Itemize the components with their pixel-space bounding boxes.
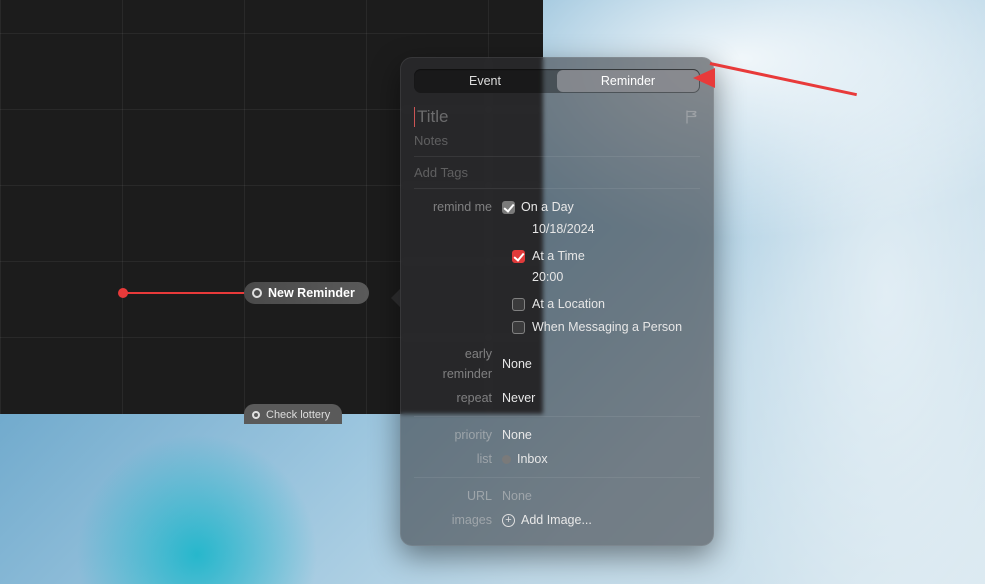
divider [414,416,700,417]
on-a-day-date[interactable]: 10/18/2024 [532,220,595,239]
divider [414,477,700,478]
reminder-item-partial[interactable]: Check lottery [244,404,342,424]
list-name: Inbox [517,449,548,469]
on-a-day-label: On a Day [521,197,574,217]
images-label: images [414,510,502,530]
at-a-time-checkbox[interactable] [512,250,525,263]
tab-event[interactable]: Event [414,69,556,93]
flag-icon[interactable] [684,109,700,125]
current-time-indicator-line [122,292,246,294]
divider [414,188,700,189]
priority-value[interactable]: None [502,425,700,445]
reminder-complete-circle-icon[interactable] [252,288,262,298]
list-color-dot-icon [502,455,511,464]
early-reminder-label: early reminder [414,344,502,384]
annotation-arrow-head [693,68,715,88]
title-input[interactable] [414,107,676,127]
when-messaging-label: When Messaging a Person [532,318,682,337]
url-label: URL [414,486,502,506]
on-a-day-checkbox[interactable] [502,201,515,214]
priority-label: priority [414,425,502,445]
plus-circle-icon: + [502,514,515,527]
notes-input[interactable] [414,131,700,150]
divider [414,156,700,157]
reminder-item-label: Check lottery [266,409,330,421]
list-value[interactable]: Inbox [502,449,700,469]
remind-me-label: remind me [414,197,502,217]
event-reminder-segmented-control[interactable]: Event Reminder [414,69,700,93]
current-time-indicator-dot [118,288,128,298]
when-messaging-checkbox[interactable] [512,321,525,334]
tags-input[interactable] [414,163,700,182]
early-reminder-value[interactable]: None [502,344,700,384]
add-image-label: Add Image... [521,510,592,530]
reminder-complete-circle-icon[interactable] [252,411,260,419]
new-reminder-pill[interactable]: New Reminder [244,282,369,304]
url-value[interactable]: None [502,486,700,506]
at-a-time-label: At a Time [532,247,585,266]
list-label: list [414,449,502,469]
add-image-button[interactable]: + Add Image... [502,510,700,530]
at-a-location-label: At a Location [532,295,605,314]
repeat-value[interactable]: Never [502,388,700,408]
repeat-label: repeat [414,388,502,408]
at-a-location-checkbox[interactable] [512,298,525,311]
at-a-time-value[interactable]: 20:00 [532,268,563,287]
reminder-inspector-popover: Event Reminder remind me On a Day 10/18/… [400,57,714,546]
new-reminder-label: New Reminder [268,286,355,300]
tab-reminder[interactable]: Reminder [557,70,699,92]
